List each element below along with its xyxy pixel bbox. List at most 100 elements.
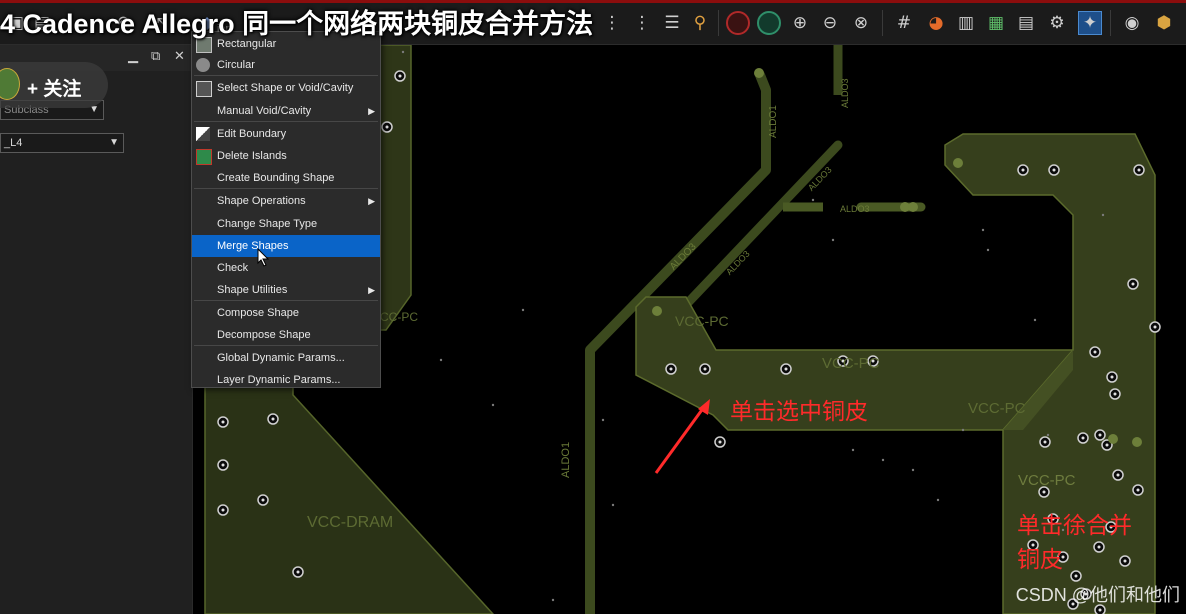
menu-item-label: Shape Operations bbox=[217, 195, 306, 207]
grid-dot bbox=[611, 503, 615, 507]
zoom-world-icon[interactable] bbox=[757, 11, 781, 35]
menu-item-layer-dynamic-params[interactable]: Layer Dynamic Params... bbox=[192, 369, 380, 391]
report-icon[interactable]: ▤ bbox=[1014, 11, 1038, 35]
net-label-aldo1: ALDO1 bbox=[560, 441, 572, 478]
menu-item-label: Shape Utilities bbox=[217, 284, 288, 296]
minimize-icon[interactable]: ▁ bbox=[128, 49, 138, 64]
via-drill bbox=[718, 440, 722, 444]
via-drill bbox=[703, 367, 707, 371]
grid-dot bbox=[491, 403, 495, 407]
via-drill bbox=[1052, 168, 1056, 172]
grid-dot bbox=[401, 50, 405, 54]
via-drill bbox=[1137, 168, 1141, 172]
menu-item-label: Layer Dynamic Params... bbox=[217, 374, 341, 386]
grid-toggle-icon[interactable]: # bbox=[892, 11, 916, 35]
menu-item-label: Change Shape Type bbox=[217, 218, 318, 230]
list-icon[interactable]: ☰ bbox=[660, 11, 684, 35]
placement-icon[interactable]: ✦ bbox=[1078, 11, 1102, 35]
net-label-aldo1: ALDO1 bbox=[768, 105, 779, 138]
avatar bbox=[0, 68, 20, 100]
via-drill bbox=[385, 125, 389, 129]
zoom-in-icon[interactable]: ⊕ bbox=[788, 11, 812, 35]
menu-item-select-shape-or-void-cavity[interactable]: Select Shape or Void/Cavity bbox=[192, 77, 380, 99]
via-drill bbox=[1098, 608, 1102, 612]
menu-item-label: Edit Boundary bbox=[217, 128, 287, 140]
shape-context-menu: ion Rectangular Circular Select Shape or V… bbox=[191, 23, 381, 391]
zoom-out-icon[interactable]: ⊖ bbox=[818, 11, 842, 35]
grid-dot bbox=[981, 228, 985, 232]
menu-item-global-dynamic-params[interactable]: Global Dynamic Params... bbox=[192, 347, 380, 369]
options-panel: ▁ ⧉ ✕ Subclass ▼ _L4 ▼ bbox=[0, 45, 193, 614]
route-icon[interactable]: ⚲ bbox=[688, 11, 712, 35]
menu-item-shape-utilities[interactable]: Shape Utilities ▶ bbox=[192, 279, 380, 301]
via-drill bbox=[221, 463, 225, 467]
via-drill bbox=[1043, 440, 1047, 444]
menu-item-compose-shape[interactable]: Compose Shape bbox=[192, 302, 380, 324]
grid-dot bbox=[911, 468, 915, 472]
grid-dot bbox=[601, 418, 605, 422]
via-drill bbox=[1116, 473, 1120, 477]
menu-item-label: Create Bounding Shape bbox=[217, 172, 335, 184]
menu-item-shape-operations[interactable]: Shape Operations ▶ bbox=[192, 190, 380, 212]
snap-icon[interactable]: ⋮ bbox=[600, 11, 624, 35]
via-drill bbox=[1074, 574, 1078, 578]
menu-item-label: Decompose Shape bbox=[217, 329, 311, 341]
menu-item-label: Manual Void/Cavity bbox=[217, 105, 312, 117]
via-drill bbox=[1098, 433, 1102, 437]
via-drill bbox=[1153, 325, 1157, 329]
via-drill bbox=[1110, 375, 1114, 379]
visibility-icon[interactable]: ◉ bbox=[1120, 11, 1144, 35]
grid-dot bbox=[439, 358, 443, 362]
via-drill bbox=[669, 367, 673, 371]
via-drill bbox=[784, 367, 788, 371]
menu-item-decompose-shape[interactable]: Decompose Shape bbox=[192, 324, 380, 346]
component-pad bbox=[908, 202, 918, 212]
3d-view-icon[interactable]: ⬢ bbox=[1152, 11, 1176, 35]
menu-item-manual-void-cavity[interactable]: Manual Void/Cavity ▶ bbox=[192, 100, 380, 122]
chevron-down-icon: ▼ bbox=[109, 137, 119, 148]
shadow-icon[interactable]: ▥ bbox=[954, 11, 978, 35]
follow-label: + 关注 bbox=[27, 79, 82, 100]
layers-icon[interactable]: ▦ bbox=[984, 11, 1008, 35]
menu-item-label: Circular bbox=[217, 59, 255, 71]
menu-item-label: Delete Islands bbox=[217, 150, 287, 162]
via-drill bbox=[1093, 350, 1097, 354]
via-drill bbox=[261, 498, 265, 502]
grid-dot bbox=[936, 498, 940, 502]
via-drill bbox=[1042, 490, 1046, 494]
menu-item-edit-boundary[interactable]: Edit Boundary bbox=[192, 123, 380, 145]
layer-dropdown-value: _L4 bbox=[4, 137, 23, 149]
grid-dot bbox=[1101, 213, 1105, 217]
color-icon[interactable]: ◕ bbox=[924, 11, 948, 35]
follow-button[interactable]: + 关注 bbox=[0, 62, 108, 108]
component-pad bbox=[1132, 437, 1142, 447]
via-drill bbox=[1136, 488, 1140, 492]
via-drill bbox=[1097, 545, 1101, 549]
zoom-fit-icon[interactable] bbox=[726, 11, 750, 35]
menu-item-change-shape-type[interactable]: Change Shape Type bbox=[192, 213, 380, 235]
net-label-vcc-pc: VCC-PC bbox=[822, 355, 880, 372]
layer-dropdown[interactable]: _L4 ▼ bbox=[0, 133, 124, 153]
circle-shape-icon bbox=[196, 58, 210, 72]
grid-dot bbox=[811, 198, 815, 202]
menu-item-circular[interactable]: Circular bbox=[192, 54, 380, 76]
ratsnest-icon[interactable]: ⋮ bbox=[630, 11, 654, 35]
watermark: CSDN @他们和他们 bbox=[1015, 585, 1180, 605]
close-icon[interactable]: ✕ bbox=[174, 49, 185, 64]
submenu-arrow-icon: ▶ bbox=[368, 285, 375, 295]
restore-icon[interactable]: ⧉ bbox=[151, 49, 160, 64]
menu-item-label: Global Dynamic Params... bbox=[217, 352, 345, 364]
via-drill bbox=[296, 570, 300, 574]
menu-item-create-bounding-shape[interactable]: Create Bounding Shape bbox=[192, 167, 380, 189]
grid-dot bbox=[521, 308, 525, 312]
menu-item-delete-islands[interactable]: Delete Islands bbox=[192, 145, 380, 167]
settings-icon[interactable]: ⚙ bbox=[1045, 11, 1069, 35]
menu-item-check[interactable]: Check bbox=[192, 257, 380, 279]
grid-dot bbox=[551, 598, 555, 602]
vcc-dram-copper-shape bbox=[204, 374, 495, 614]
grid-dot bbox=[851, 448, 855, 452]
via-drill bbox=[1131, 282, 1135, 286]
menu-item-label: Compose Shape bbox=[217, 307, 299, 319]
zoom-previous-icon[interactable]: ⊗ bbox=[849, 11, 873, 35]
menu-item-merge-shapes[interactable]: Merge Shapes bbox=[192, 235, 380, 257]
